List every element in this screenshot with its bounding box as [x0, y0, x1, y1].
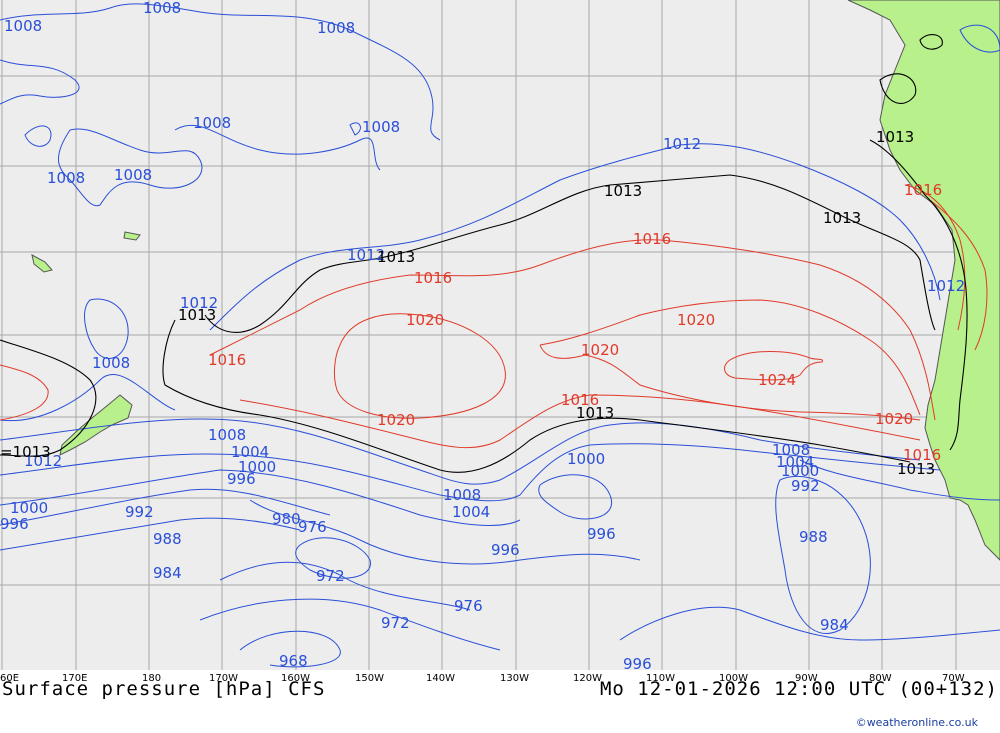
isobar-label: 976	[454, 597, 483, 615]
isobar-label: 1008	[317, 19, 355, 37]
isobar-label: 1016	[633, 230, 671, 248]
isobar-label: 1000	[567, 450, 605, 468]
isobar-label: 988	[153, 530, 182, 548]
isobar-label: 980	[272, 510, 301, 528]
isobar-label: 972	[381, 614, 410, 632]
longitude-label: 150W	[355, 673, 384, 684]
isobar-label: 1008	[362, 118, 400, 136]
isobar-label: 1013	[876, 128, 914, 146]
isobar-label: =1013	[0, 443, 51, 461]
isobar-label: 1016	[903, 446, 941, 464]
isobar-label: 996	[587, 525, 616, 543]
isobar-1013	[0, 34, 968, 473]
isobar-label: 972	[316, 567, 345, 585]
isobar-label: 1013	[377, 248, 415, 266]
land-new-zealand	[59, 394, 133, 456]
isobar-label: 1012	[663, 135, 701, 153]
isobar-label: 996	[623, 655, 652, 670]
isobar-label: 1013	[178, 306, 216, 324]
longitude-label: 120W	[573, 673, 602, 684]
map-footer: 60E 170E 180 170W 160W 150W 140W 130W 12…	[0, 670, 1000, 733]
map-title: Surface pressure [hPa] CFS	[2, 678, 326, 700]
isobar-label: 1008	[4, 17, 42, 35]
isobar-label: 1020	[406, 311, 444, 329]
isobar-label: 1008	[114, 166, 152, 184]
isobar-label: 1016	[208, 351, 246, 369]
credit-link[interactable]: ©weatheronline.co.uk	[856, 716, 978, 729]
valid-time: Mo 12-01-2026 12:00 UTC (00+132)	[599, 678, 998, 700]
isobar-label: 1016	[414, 269, 452, 287]
pressure-map: 1008 1008 1008 1008 1008 1008 1008 1008 …	[0, 0, 1000, 670]
isobar-label: 1013	[604, 182, 642, 200]
isobar-label: 992	[125, 503, 154, 521]
isobar-label: 1008	[208, 426, 246, 444]
longitude-label: 140W	[426, 673, 455, 684]
isobar-label: 1008	[143, 0, 181, 17]
isobar-label: 984	[153, 564, 182, 582]
isobar-label: 996	[0, 515, 29, 533]
isobar-label: 996	[491, 541, 520, 559]
isobar-label: 1012	[927, 277, 965, 295]
isobar-label: 1008	[47, 169, 85, 187]
isobar-label: 1016	[561, 391, 599, 409]
isobar-label: 1008	[193, 114, 231, 132]
isobar-label: 1020	[875, 410, 913, 428]
isobar-label: 968	[279, 652, 308, 670]
isobar-label: 1020	[581, 341, 619, 359]
graticule	[0, 0, 1000, 670]
isobar-label: 1004	[452, 503, 490, 521]
isobar-label: 976	[298, 518, 327, 536]
isobar-label: 992	[791, 477, 820, 495]
longitude-label: 130W	[500, 673, 529, 684]
isobar-label: 1020	[677, 311, 715, 329]
isobar-label: 984	[820, 616, 849, 634]
isobar-label: 996	[227, 470, 256, 488]
isobar-label: 1008	[443, 486, 481, 504]
isobar-label: 1008	[92, 354, 130, 372]
isobar-label: 988	[799, 528, 828, 546]
isobar-label: 1013	[823, 209, 861, 227]
isobar-label: 1020	[377, 411, 415, 429]
isobar-label: 1024	[758, 371, 796, 389]
isobar-label: 1016	[904, 181, 942, 199]
